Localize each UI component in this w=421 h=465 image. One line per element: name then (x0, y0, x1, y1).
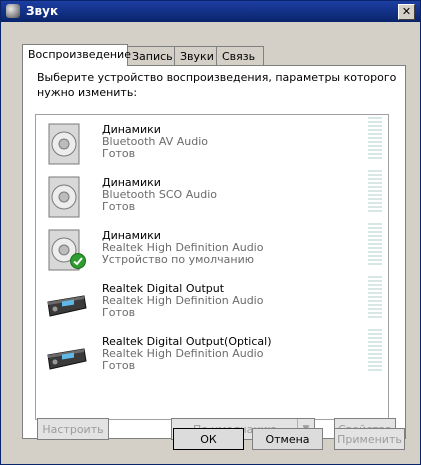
device-status: Готов (102, 306, 136, 319)
device-status: Устройство по умолчанию (102, 253, 255, 266)
device-status: Готов (102, 147, 136, 160)
tab-playback[interactable]: Воспроизведение (22, 44, 131, 66)
device-item[interactable]: Realtek Digital Output Realtek High Defi… (36, 274, 388, 326)
close-button[interactable]: ✕ (398, 4, 415, 20)
cancel-button[interactable]: Отмена (252, 428, 323, 450)
dialog-content: Воспроизведение Запись Звуки Связь Выбер… (8, 29, 413, 459)
sound-dialog: Звук ✕ Воспроизведение Запись Звуки Связ… (0, 0, 421, 465)
device-status: Готов (102, 359, 136, 372)
instructions-text: Выберите устройство воспроизведения, пар… (37, 71, 397, 99)
receiver-icon (47, 348, 87, 370)
volume-level-meter (368, 115, 382, 163)
volume-level-meter (368, 327, 382, 375)
tab-recording[interactable]: Запись (126, 46, 180, 66)
apply-button[interactable]: Применить (334, 428, 405, 450)
volume-level-meter (368, 221, 382, 269)
window-title: Звук (26, 4, 59, 18)
volume-level-meter (368, 274, 382, 322)
device-item[interactable]: Динамики Bluetooth AV Audio Готов (36, 115, 388, 167)
playback-tab-panel: Выберите устройство воспроизведения, пар… (22, 65, 406, 440)
volume-level-meter (368, 168, 382, 216)
device-item[interactable]: Динамики Bluetooth SCO Audio Готов (36, 168, 388, 220)
receiver-icon (47, 295, 87, 317)
tab-sounds[interactable]: Звуки (174, 46, 222, 66)
tab-communications[interactable]: Связь (216, 46, 264, 66)
speaker-app-icon (6, 4, 20, 18)
default-check-icon (70, 253, 86, 269)
ok-button[interactable]: ОК (173, 428, 244, 450)
device-status: Готов (102, 200, 136, 213)
device-item[interactable]: Realtek Digital Output(Optical) Realtek … (36, 327, 388, 379)
device-item-default[interactable]: Динамики Realtek High Definition Audio У… (36, 221, 388, 273)
title-bar[interactable]: Звук ✕ (1, 1, 420, 22)
device-list[interactable]: Динамики Bluetooth AV Audio Готов Динами… (35, 114, 389, 420)
speaker-icon (48, 123, 80, 165)
configure-button[interactable]: Настроить (37, 418, 109, 440)
speaker-icon (48, 176, 80, 218)
